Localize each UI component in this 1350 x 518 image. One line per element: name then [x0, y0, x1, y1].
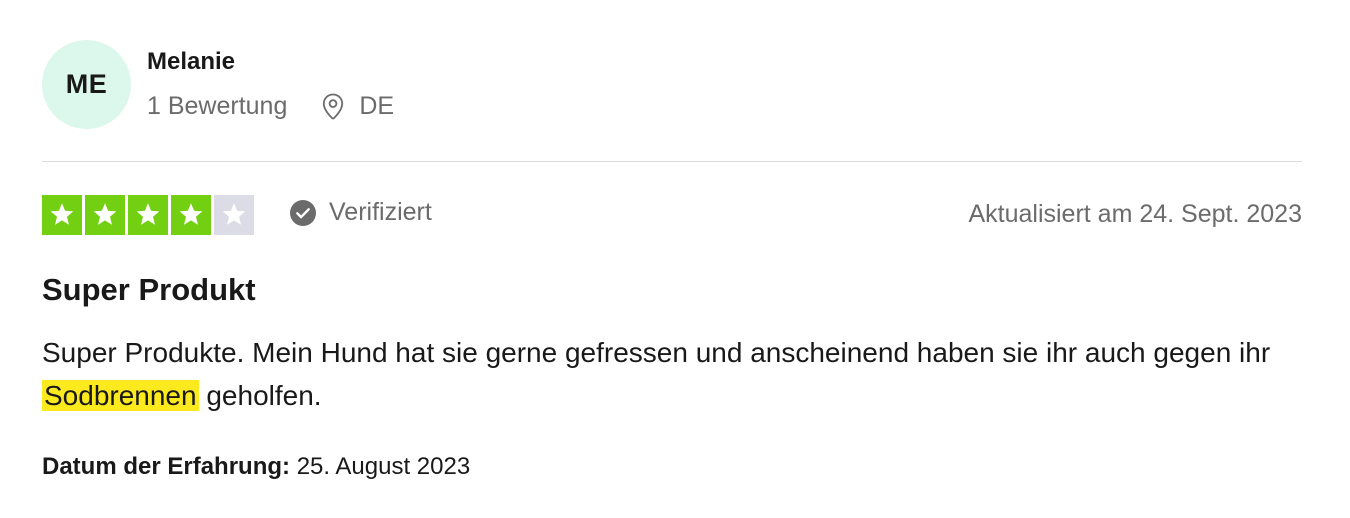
- review-updated-date: Aktualisiert am 24. Sept. 2023: [968, 200, 1302, 228]
- reviewer-header: ME Melanie 1 Bewertung DE: [42, 40, 1302, 130]
- star-icon: [171, 195, 211, 235]
- star-icon: [128, 195, 168, 235]
- verified-badge[interactable]: Verifiziert: [289, 198, 432, 227]
- star-rating: [42, 195, 254, 235]
- review-count: 1 Bewertung: [147, 92, 288, 120]
- review-body-text: Super Produkte. Mein Hund hat sie gerne …: [42, 337, 1271, 368]
- review-body: Super Produkte. Mein Hund hat sie gerne …: [42, 331, 1282, 417]
- divider: [42, 161, 1302, 162]
- verified-label: Verifiziert: [329, 198, 432, 226]
- reviewer-meta: 1 Bewertung DE: [147, 92, 394, 121]
- review-body-text-end: geholfen.: [198, 380, 322, 411]
- star-icon: [42, 195, 82, 235]
- review-card: ME Melanie 1 Bewertung DE Verifiziert Ak…: [42, 0, 1302, 518]
- reviewer-name[interactable]: Melanie: [147, 48, 235, 76]
- review-title[interactable]: Super Produkt: [42, 272, 256, 308]
- rating-row: Verifiziert Aktualisiert am 24. Sept. 20…: [42, 195, 1302, 237]
- star-icon: [85, 195, 125, 235]
- check-circle-icon: [289, 199, 317, 227]
- experience-date: Datum der Erfahrung: 25. August 2023: [42, 453, 470, 481]
- star-icon: [214, 195, 254, 235]
- reviewer-country: DE: [359, 92, 395, 120]
- avatar[interactable]: ME: [42, 40, 131, 129]
- highlighted-term: Sodbrennen: [42, 380, 199, 411]
- experience-date-value: 25. August 2023: [296, 453, 471, 480]
- experience-date-label: Datum der Erfahrung:: [42, 453, 291, 480]
- location-pin-icon: [321, 93, 345, 121]
